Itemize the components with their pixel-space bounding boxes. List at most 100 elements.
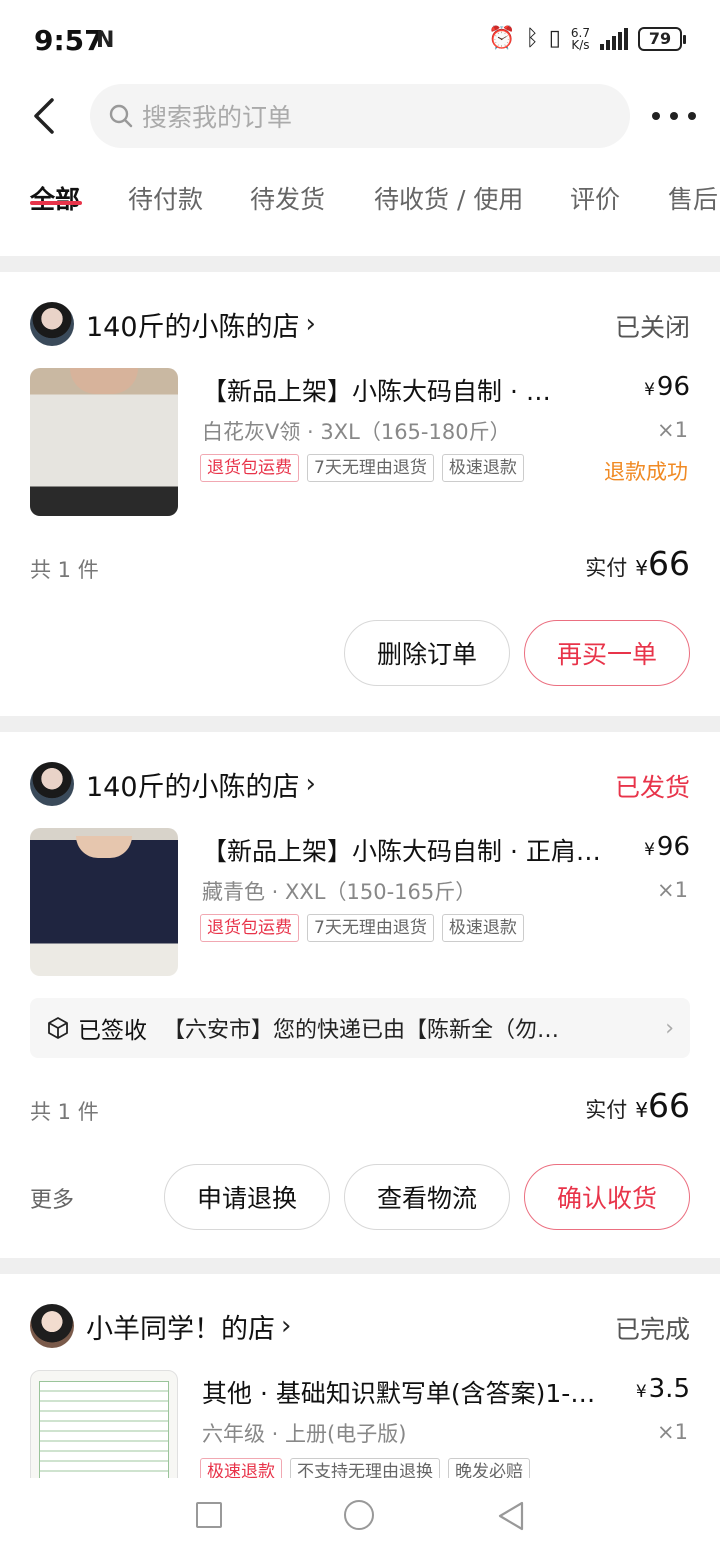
chevron-right-icon: › <box>665 1015 674 1041</box>
product-image[interactable] <box>30 368 178 516</box>
status-icons: ⏰ ᛒ ▯ 6.7 K/s 79 <box>488 26 686 51</box>
alarm-icon: ⏰ <box>488 26 516 51</box>
package-icon <box>48 1017 68 1039</box>
paid-amount: 实付 ¥ 66 <box>585 544 690 583</box>
currency-symbol: ¥ <box>644 840 655 860</box>
logistics-status: 已签收 <box>78 1018 147 1044</box>
price-value: 96 <box>656 372 690 402</box>
service-tags: 退货包运费 7天无理由退货 极速退款 <box>200 454 524 482</box>
currency-symbol: ¥ <box>635 1098 648 1122</box>
service-tag: 不支持无理由退换 <box>290 1458 440 1478</box>
vibrate-icon: ▯ <box>548 26 561 51</box>
product-image[interactable] <box>30 1370 178 1478</box>
tab-pending-payment[interactable]: 待付款 <box>128 180 203 216</box>
service-tags: 退货包运费 7天无理由退货 极速退款 <box>200 914 524 942</box>
order-status: 已关闭 <box>614 313 690 342</box>
product-price: ¥96 <box>644 832 690 862</box>
service-tag: 7天无理由退货 <box>307 914 434 942</box>
tab-after-sales[interactable]: 售后 <box>668 180 718 216</box>
confirm-receipt-button[interactable]: 确认收货 <box>524 1164 690 1230</box>
system-nav-bar <box>0 1478 720 1554</box>
order-status: 已完成 <box>614 1315 690 1344</box>
shop-name: 小羊同学！的店 <box>86 1313 275 1345</box>
bluetooth-icon: ᛒ <box>525 26 539 51</box>
tab-all[interactable]: 全部 <box>30 180 80 216</box>
product-price: ¥96 <box>644 372 690 402</box>
order-card[interactable]: 140斤的小陈的店 › 已关闭 【新品上架】小陈大码自制 · … ¥96 白花灰… <box>0 272 720 716</box>
more-options-icon[interactable] <box>652 98 696 134</box>
order-status: 已发货 <box>614 773 690 802</box>
product-title[interactable]: 其他 · 基础知识默写单(含答案)1-… <box>202 1374 622 1410</box>
service-tag: 退货包运费 <box>200 454 299 482</box>
buy-again-button[interactable]: 再买一单 <box>524 620 690 686</box>
product-quantity: ×1 <box>657 1420 688 1444</box>
order-card[interactable]: 小羊同学！的店 › 已完成 其他 · 基础知识默写单(含答案)1-… ¥3.5 … <box>0 1274 720 1478</box>
shop-link[interactable]: 小羊同学！的店 › <box>30 1304 291 1348</box>
paid-value: 66 <box>648 1086 690 1125</box>
network-speed: 6.7 K/s <box>571 27 590 51</box>
battery-icon: 79 <box>638 26 686 51</box>
shop-avatar <box>30 762 74 806</box>
chevron-right-icon: › <box>305 309 316 339</box>
product-title[interactable]: 【新品上架】小陈大码自制 · … <box>202 372 622 408</box>
back-button[interactable] <box>28 94 64 138</box>
refund-status: 退款成功 <box>604 460 688 484</box>
product-spec: 六年级 · 上册(电子版) <box>202 1422 407 1446</box>
order-tabs: 全部 待付款 待发货 待收货 / 使用 评价 售后 <box>0 176 720 236</box>
header: 搜索我的订单 全部 待付款 待发货 待收货 / 使用 评价 售后 <box>0 80 720 256</box>
search-icon <box>109 104 133 128</box>
shop-name: 140斤的小陈的店 <box>86 771 300 803</box>
paid-value: 66 <box>648 544 690 583</box>
service-tag: 晚发必赔 <box>448 1458 530 1478</box>
paid-label: 实付 <box>585 556 628 580</box>
paid-label: 实付 <box>585 1098 628 1122</box>
tab-pending-shipment[interactable]: 待发货 <box>250 180 325 216</box>
more-actions-link[interactable]: 更多 <box>30 1182 74 1214</box>
product-quantity: ×1 <box>657 418 688 442</box>
active-tab-indicator <box>30 201 82 205</box>
service-tag: 7天无理由退货 <box>307 454 434 482</box>
shop-link[interactable]: 140斤的小陈的店 › <box>30 302 316 346</box>
status-time: 9:57 <box>34 24 104 57</box>
currency-symbol: ¥ <box>644 380 655 400</box>
chevron-right-icon: › <box>281 1311 292 1341</box>
product-title[interactable]: 【新品上架】小陈大码自制 · 正肩… <box>202 832 622 868</box>
net-speed-unit: K/s <box>571 37 590 52</box>
shop-link[interactable]: 140斤的小陈的店 › <box>30 762 316 806</box>
search-input[interactable]: 搜索我的订单 <box>90 84 630 148</box>
currency-symbol: ¥ <box>635 1382 647 1402</box>
service-tag: 极速退款 <box>200 1458 282 1478</box>
shop-name: 140斤的小陈的店 <box>86 311 300 343</box>
shop-avatar <box>30 302 74 346</box>
request-return-button[interactable]: 申请退换 <box>164 1164 330 1230</box>
service-tags: 极速退款 不支持无理由退换 晚发必赔 <box>200 1458 530 1478</box>
price-value: 3.5 <box>648 1374 690 1404</box>
tab-pending-receipt[interactable]: 待收货 / 使用 <box>374 180 523 216</box>
service-tag: 极速退款 <box>441 914 524 942</box>
paid-amount: 实付 ¥ 66 <box>585 1086 690 1125</box>
nav-back-icon[interactable] <box>496 1500 526 1532</box>
home-icon[interactable] <box>344 1500 374 1530</box>
product-image[interactable] <box>30 828 178 976</box>
delete-order-button[interactable]: 删除订单 <box>344 620 510 686</box>
item-count: 共 1 件 <box>30 558 99 582</box>
recent-apps-icon[interactable] <box>196 1502 222 1528</box>
status-bar: 9:57 N ⏰ ᛒ ▯ 6.7 K/s 79 <box>0 0 720 80</box>
nfc-icon: N <box>96 28 115 53</box>
product-quantity: ×1 <box>657 878 688 902</box>
product-price: ¥3.5 <box>636 1374 690 1404</box>
currency-symbol: ¥ <box>635 556 648 580</box>
logistics-row[interactable]: 已签收 【六安市】您的快递已由【陈新全（勿… › <box>30 998 690 1058</box>
product-spec: 藏青色 · XXL（150-165斤） <box>202 880 477 904</box>
search-placeholder: 搜索我的订单 <box>142 103 293 132</box>
chevron-right-icon: › <box>305 769 316 799</box>
back-arrow-icon <box>34 98 54 134</box>
item-count: 共 1 件 <box>30 1100 99 1124</box>
view-logistics-button[interactable]: 查看物流 <box>344 1164 510 1230</box>
price-value: 96 <box>656 832 690 862</box>
order-card[interactable]: 140斤的小陈的店 › 已发货 【新品上架】小陈大码自制 · 正肩… ¥96 藏… <box>0 732 720 1258</box>
logistics-detail: 【六安市】您的快递已由【陈新全（勿… <box>163 1018 560 1043</box>
service-tag: 极速退款 <box>441 454 524 482</box>
product-spec: 白花灰V领 · 3XL（165-180斤） <box>202 420 511 444</box>
tab-review[interactable]: 评价 <box>570 180 620 216</box>
